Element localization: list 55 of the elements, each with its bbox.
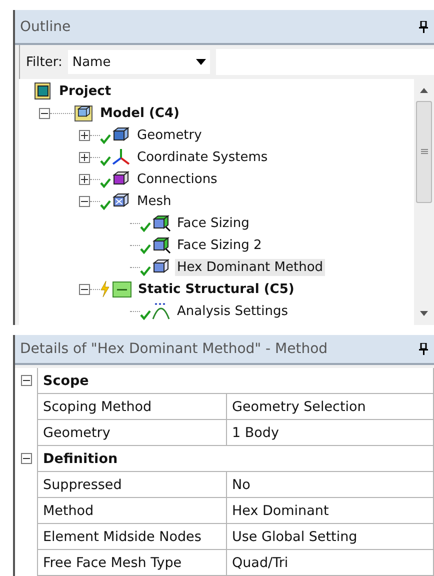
panel-title: Outline	[20, 18, 71, 34]
property-value[interactable]: 1 Body	[227, 420, 434, 446]
tree-item[interactable]: Coordinate Systems	[135, 148, 270, 166]
tree-item[interactable]: Geometry	[135, 126, 204, 144]
filter-label: Filter:	[26, 54, 62, 70]
property-name: Method	[37, 498, 227, 524]
property-value[interactable]: Quad/Tri	[227, 550, 434, 576]
mesh-cubes-icon	[111, 192, 131, 210]
cubes-icon	[111, 170, 131, 188]
panel-title: Details of "Hex Dominant Method" - Method	[20, 341, 328, 357]
mesh-cube-icon	[151, 214, 171, 232]
mesh-cube-icon	[151, 236, 171, 254]
property-value[interactable]: No	[227, 472, 434, 498]
property-name: Element Midside Nodes	[37, 524, 227, 550]
expand-icon[interactable]	[79, 174, 90, 184]
tree-item[interactable]: Face Sizing 2	[175, 236, 264, 254]
collapse-icon[interactable]	[39, 108, 50, 118]
tree-item[interactable]: Face Sizing	[175, 214, 252, 232]
tree-item[interactable]: Connections	[135, 170, 220, 188]
filter-dropdown[interactable]: Name	[68, 50, 210, 74]
collapse-icon[interactable]	[79, 196, 90, 206]
mesh-cubes-icon	[151, 258, 171, 276]
axes-icon	[111, 148, 131, 166]
scroll-down-icon[interactable]	[420, 311, 428, 316]
caret-icon	[196, 59, 206, 65]
property-value[interactable]: Geometry Selection	[227, 394, 434, 420]
notebook-icon	[33, 82, 53, 100]
section-header: Scope	[37, 368, 434, 394]
pin-icon[interactable]	[419, 343, 428, 355]
tree-item[interactable]: Model (C4)	[98, 104, 182, 122]
cubes-icon	[111, 126, 131, 144]
property-name: Suppressed	[37, 472, 227, 498]
cube-folder-icon	[74, 104, 94, 122]
tree-item[interactable]: Hex Dominant Method	[175, 258, 326, 276]
folder-icon	[112, 280, 132, 298]
scroll-thumb[interactable]	[416, 101, 432, 203]
property-name: Free Face Mesh Type	[37, 550, 227, 576]
expand-icon[interactable]	[79, 152, 90, 162]
scroll-up-icon[interactable]	[420, 88, 428, 93]
section-header: Definition	[37, 446, 434, 472]
tree-item[interactable]: Project	[57, 82, 114, 100]
property-value[interactable]: Use Global Setting	[227, 524, 434, 550]
collapse-icon[interactable]	[79, 284, 90, 294]
property-value[interactable]: Hex Dominant	[227, 498, 434, 524]
property-name: Geometry	[37, 420, 227, 446]
tree-item[interactable]: Mesh	[135, 192, 174, 210]
expand-icon[interactable]	[79, 130, 90, 140]
pin-icon[interactable]	[419, 20, 428, 32]
curve-icon	[151, 302, 171, 320]
scrollbar[interactable]	[414, 79, 434, 325]
property-name: Scoping Method	[37, 394, 227, 420]
tree-item[interactable]: Static Structural (C5)	[136, 280, 296, 298]
collapse-icon[interactable]	[20, 453, 32, 464]
tree-item[interactable]: Analysis Settings	[175, 302, 290, 320]
collapse-icon[interactable]	[20, 375, 32, 386]
